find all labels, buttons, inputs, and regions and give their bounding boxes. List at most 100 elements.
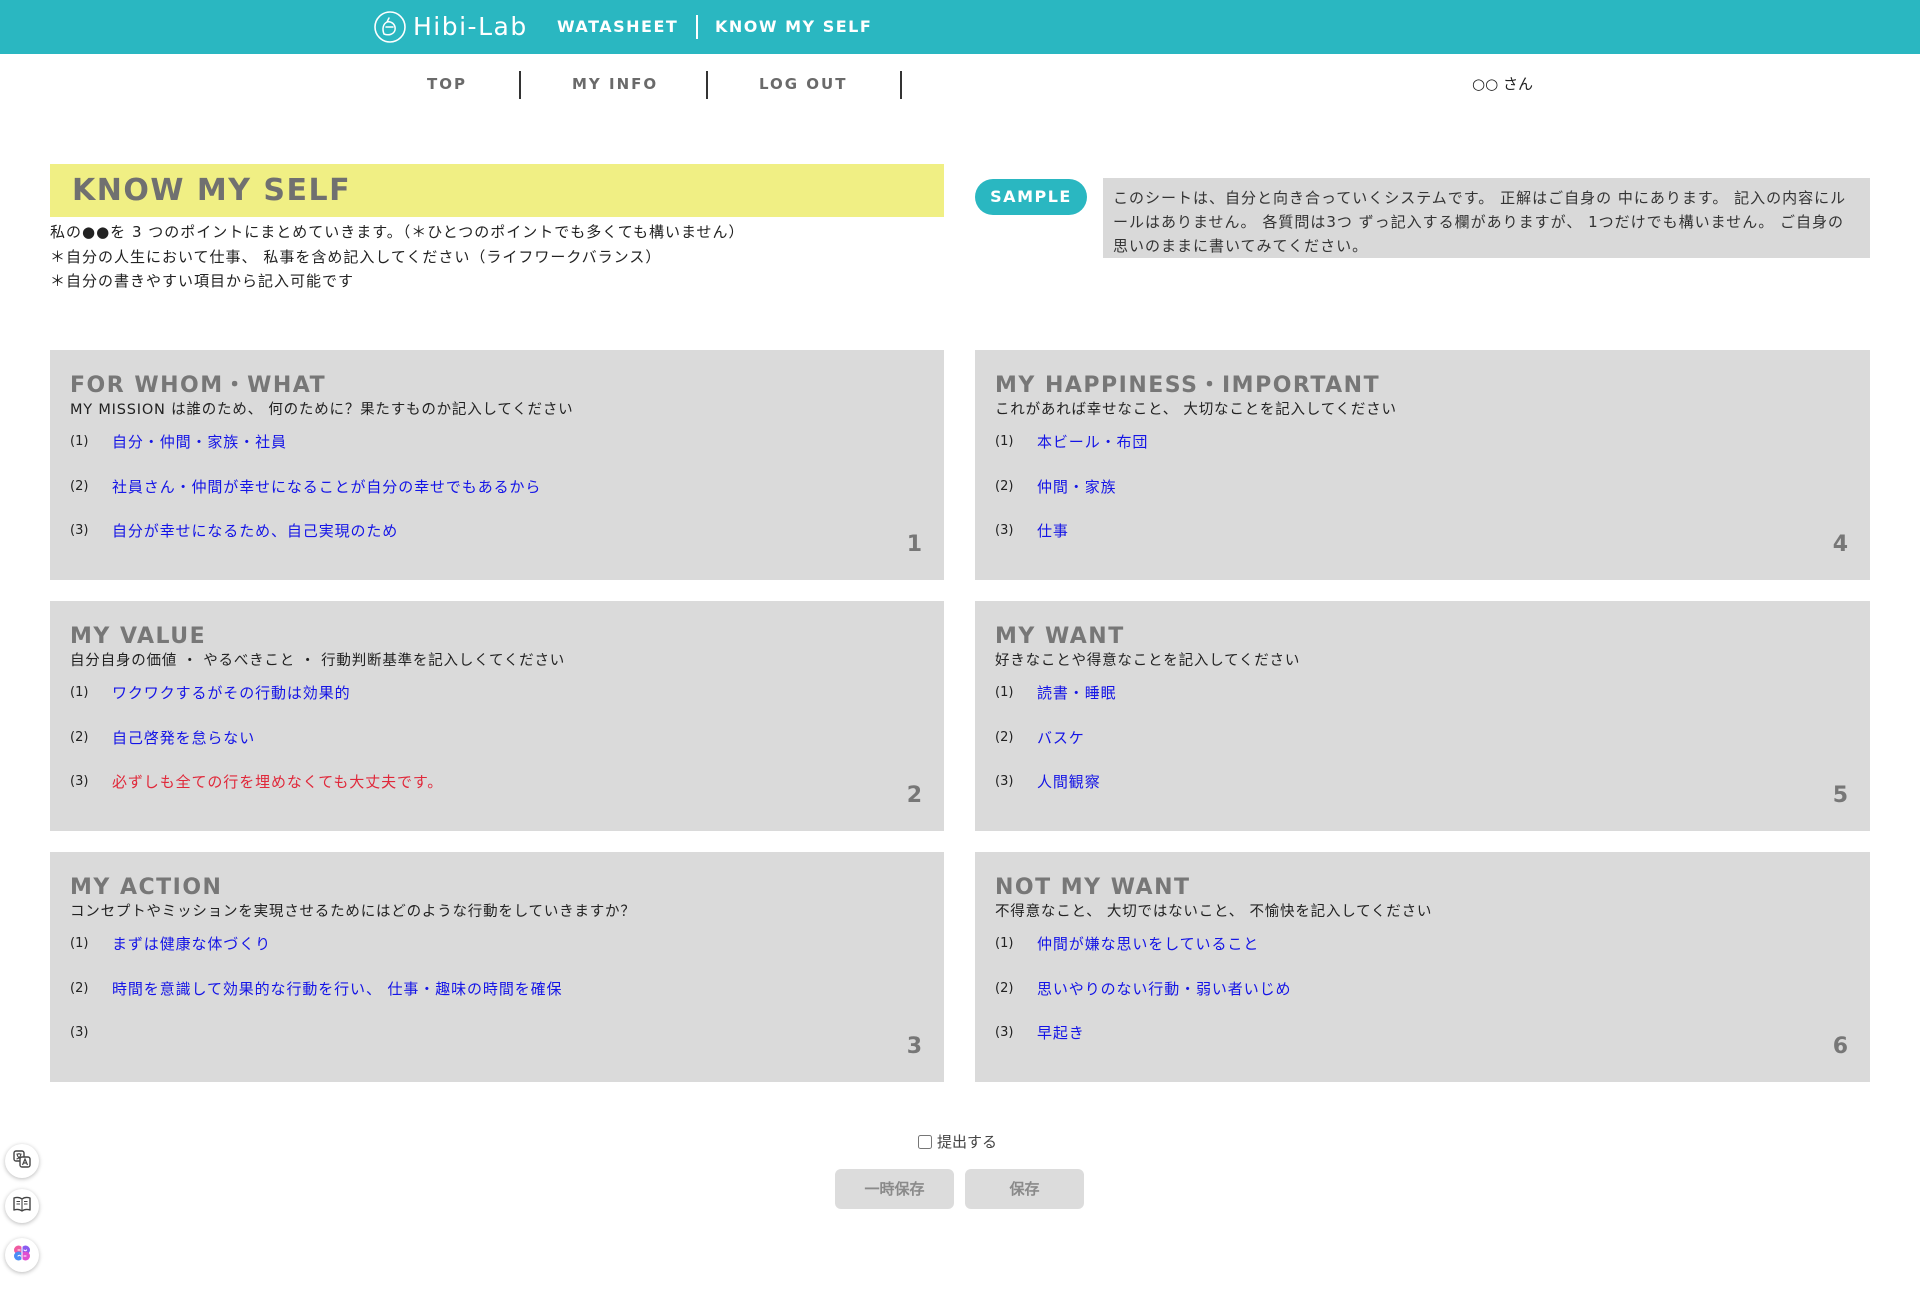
answer-row: (2) 思いやりのない行動・弱い者いじめ [975, 979, 1870, 999]
panel-subtitle: コンセプトやミッションを実現させるためにはどのような行動をしていきますか？ [70, 904, 636, 920]
save-button[interactable]: 保存 [965, 1169, 1084, 1209]
panel-heading: MY WANT [995, 624, 1125, 649]
answer-field[interactable]: 読書・睡眠 [1037, 683, 1817, 703]
sample-button[interactable]: SAMPLE [975, 179, 1087, 215]
answer-number: (3) [995, 774, 1014, 789]
answer-field[interactable]: 仲間・家族 [1037, 477, 1817, 497]
answer-row: (2) 社員さん・仲間が幸せになることが自分の幸せでもあるから [50, 477, 944, 497]
panel-number: 3 [906, 1034, 922, 1059]
answer-field[interactable]: まずは健康な体づくり [112, 934, 892, 954]
brain-tool-button[interactable] [5, 1238, 39, 1272]
answer-number: (3) [70, 523, 89, 538]
panel-my-value: MY VALUE 自分自身の価値 ・ やるべきこと ・ 行動判断基準を記入しくて… [50, 601, 944, 831]
temporary-save-button[interactable]: 一時保存 [835, 1169, 954, 1209]
answer-number: (2) [70, 981, 89, 996]
submit-checkbox-label[interactable]: 提出する [937, 1132, 997, 1152]
panel-for-whom-what: FOR WHOM・WHAT MY MISSION は誰のため、 何のために？果た… [50, 350, 944, 580]
nav-log-out-link[interactable]: LOG OUT [759, 75, 847, 93]
page-title-box: KNOW MY SELF [50, 164, 944, 217]
answer-field[interactable]: 思いやりのない行動・弱い者いじめ [1037, 979, 1817, 999]
answer-number: (3) [70, 774, 89, 789]
panel-number: 1 [906, 532, 922, 557]
breadcrumb-current-page: KNOW MY SELF [715, 17, 873, 36]
answer-row: (1) ワクワクするがその行動は効果的 [50, 683, 944, 703]
panel-heading: NOT MY WANT [995, 875, 1191, 900]
panel-subtitle: MY MISSION は誰のため、 何のために？果たすものか記入してください [70, 402, 574, 418]
panel-number: 6 [1832, 1034, 1848, 1059]
panel-my-happiness-important: MY HAPPINESS・IMPORTANT これがあれば幸せなこと、 大切なこ… [975, 350, 1870, 580]
intro-instructions: 私の●●を 3 つのポイントにまとめていきます。（＊ひとつのポイントでも多くても… [50, 220, 944, 294]
intro-line: 私の●●を 3 つのポイントにまとめていきます。（＊ひとつのポイントでも多くても… [50, 223, 745, 241]
answer-field[interactable]: ワクワクするがその行動は効果的 [112, 683, 892, 703]
answer-row: (2) 仲間・家族 [975, 477, 1870, 497]
answer-number: (1) [995, 685, 1014, 700]
panel-my-want: MY WANT 好きなことや得意なことを記入してください (1) 読書・睡眠 (… [975, 601, 1870, 831]
brand-name[interactable]: Hibi-Lab [413, 11, 528, 43]
answer-field[interactable]: 人間観察 [1037, 772, 1817, 792]
panel-subtitle: 自分自身の価値 ・ やるべきこと ・ 行動判断基準を記入しくてください [70, 653, 566, 669]
answer-number: (1) [70, 685, 89, 700]
answer-number: (2) [70, 730, 89, 745]
answer-number: (2) [995, 981, 1014, 996]
translate-icon [12, 1149, 32, 1173]
answer-field[interactable]: バスケ [1037, 728, 1817, 748]
answer-row: (1) 自分・仲間・家族・社員 [50, 432, 944, 452]
answer-number: (1) [995, 936, 1014, 951]
nav-top-link[interactable]: TOP [427, 75, 467, 93]
answer-row: (3) 必ずしも全ての行を埋めなくても大丈夫です。 [50, 772, 944, 792]
intro-line: ＊自分の人生において仕事、 私事を含め記入してください（ライフワークバランス） [50, 247, 662, 266]
answer-field[interactable]: 自己啓発を怠らない [112, 728, 892, 748]
answer-number: (1) [70, 936, 89, 951]
answer-field[interactable]: 自分・仲間・家族・社員 [112, 432, 892, 452]
answer-row: (2) バスケ [975, 728, 1870, 748]
answer-field[interactable]: 時間を意識して効果的な行動を行い、 仕事・趣味の時間を確保 [112, 979, 892, 999]
panel-number: 2 [906, 783, 922, 808]
panel-subtitle: これがあれば幸せなこと、 大切なことを記入してください [995, 402, 1397, 418]
answer-field[interactable]: 本ビール・布団 [1037, 432, 1817, 452]
panel-heading: MY HAPPINESS・IMPORTANT [995, 373, 1381, 398]
panel-number: 5 [1832, 783, 1848, 808]
answer-number: (2) [995, 479, 1014, 494]
nav-divider [900, 71, 902, 99]
panel-heading: FOR WHOM・WHAT [70, 373, 327, 398]
breadcrumb-divider [696, 15, 698, 39]
answer-row: (3) 仕事 [975, 521, 1870, 541]
intro-line: ＊自分の書きやすい項目から記入可能です [50, 272, 355, 290]
answer-row: (1) まずは健康な体づくり [50, 934, 944, 954]
answer-field[interactable]: 必ずしも全ての行を埋めなくても大丈夫です。 [112, 772, 892, 792]
answer-row: (3) 人間観察 [975, 772, 1870, 792]
answer-number: (2) [70, 479, 89, 494]
nav-my-info-link[interactable]: MY INFO [572, 75, 658, 93]
answer-field[interactable]: 社員さん・仲間が幸せになることが自分の幸せでもあるから [112, 477, 892, 497]
answer-row: (2) 自己啓発を怠らない [50, 728, 944, 748]
page-title: KNOW MY SELF [72, 173, 352, 208]
answer-number: (3) [70, 1025, 89, 1040]
answer-field[interactable]: 仲間が嫌な思いをしていること [1037, 934, 1817, 954]
answer-row: (1) 仲間が嫌な思いをしていること [975, 934, 1870, 954]
answer-number: (3) [995, 523, 1014, 538]
panel-not-my-want: NOT MY WANT 不得意なこと、 大切ではないこと、 不愉快を記入してくだ… [975, 852, 1870, 1082]
answer-field[interactable]: 自分が幸せになるため、自己実現のため [112, 521, 892, 541]
reader-icon [12, 1194, 32, 1218]
answer-number: (2) [995, 730, 1014, 745]
hibi-lab-logo-icon[interactable] [373, 10, 407, 44]
answer-row: (2) 時間を意識して効果的な行動を行い、 仕事・趣味の時間を確保 [50, 979, 944, 999]
answer-row: (3) 早起き [975, 1023, 1870, 1043]
answer-field[interactable]: 早起き [1037, 1023, 1817, 1043]
answer-field[interactable] [112, 1023, 892, 1043]
sheet-description: このシートは、自分と向き合っていくシステムです。 正解はご自身の 中にあります。… [1103, 178, 1870, 258]
answer-number: (1) [995, 434, 1014, 449]
panel-subtitle: 不得意なこと、 大切ではないこと、 不愉快を記入してください [995, 904, 1433, 920]
nav-divider [706, 71, 708, 99]
answer-row: (3) 自分が幸せになるため、自己実現のため [50, 521, 944, 541]
panel-number: 4 [1832, 532, 1848, 557]
reader-tool-button[interactable] [5, 1189, 39, 1223]
translate-tool-button[interactable] [5, 1144, 39, 1178]
panel-subtitle: 好きなことや得意なことを記入してください [995, 653, 1301, 669]
submit-checkbox[interactable] [918, 1135, 932, 1149]
answer-number: (1) [70, 434, 89, 449]
answer-field[interactable]: 仕事 [1037, 521, 1817, 541]
top-header-bar: Hibi-Lab WATASHEET KNOW MY SELF [0, 0, 1920, 54]
breadcrumb-watasheet[interactable]: WATASHEET [557, 17, 678, 37]
user-name: ○○ さん [1472, 75, 1533, 93]
